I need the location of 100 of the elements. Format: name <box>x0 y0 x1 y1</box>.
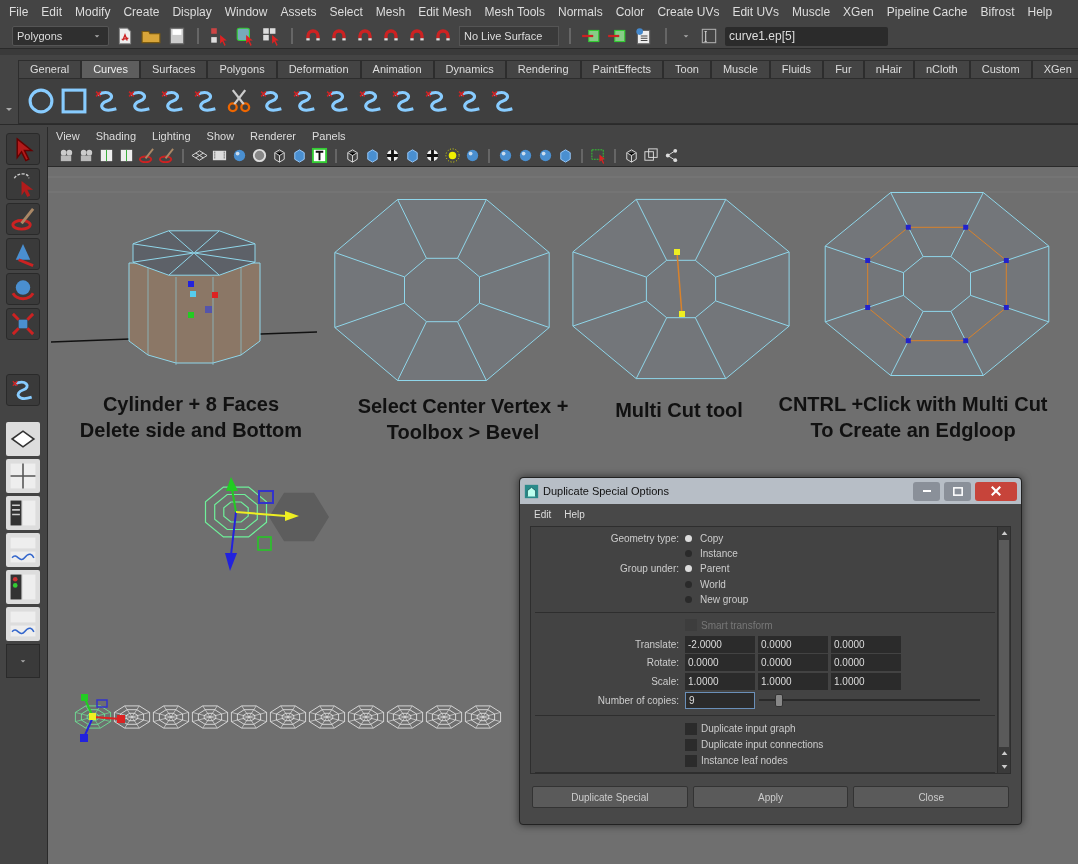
scissors-icon[interactable] <box>225 87 253 115</box>
menu-item[interactable]: Modify <box>75 3 111 21</box>
hypershade-layout-button[interactable] <box>5 570 40 604</box>
menu-item[interactable]: Edit <box>41 3 63 21</box>
minimize-button[interactable] <box>913 481 940 501</box>
outliner-layout-button[interactable] <box>5 496 40 530</box>
move-manipulator-drawing[interactable] <box>204 477 299 571</box>
shelf-tab[interactable]: XGen <box>1031 60 1078 78</box>
radio-option[interactable]: Instance <box>685 546 738 562</box>
shelf-tab[interactable]: nHair <box>863 60 914 78</box>
number-field[interactable]: -2.0000 <box>685 635 755 653</box>
wireframe-octagon[interactable] <box>114 705 150 729</box>
sphere-icon[interactable] <box>537 147 554 164</box>
scale-cube-tool-button[interactable] <box>5 308 40 340</box>
menu-item[interactable]: Select <box>329 3 363 21</box>
radio-option[interactable]: Copy <box>685 531 724 547</box>
shelf-tab[interactable]: PaintEffects <box>580 60 664 78</box>
menu-item[interactable]: Bifrost <box>980 3 1015 21</box>
paint-brush-tool-button[interactable] <box>5 203 40 235</box>
menu-item[interactable]: Help <box>1027 3 1053 21</box>
menu-item[interactable]: Display <box>172 3 212 21</box>
save-icon[interactable] <box>167 26 187 46</box>
number-field[interactable]: 1.0000 <box>758 672 828 690</box>
camera-icon[interactable] <box>58 147 75 164</box>
shelf-tab[interactable]: General <box>18 60 82 78</box>
octagon-with-manipulator-drawing[interactable] <box>75 694 125 742</box>
cube-icon[interactable] <box>364 147 381 164</box>
wireframe-octagon[interactable] <box>348 705 384 729</box>
overlap-squares-icon[interactable] <box>643 147 660 164</box>
rotate-sphere-tool-button[interactable] <box>5 273 40 305</box>
single-layout-button[interactable] <box>5 422 40 456</box>
wireframe-octagon[interactable] <box>153 705 189 729</box>
square-curve-icon[interactable] <box>60 87 88 115</box>
shelf-tab[interactable]: Rendering <box>505 60 581 78</box>
copies-slider[interactable] <box>759 692 980 708</box>
wire-box-icon[interactable] <box>271 147 288 164</box>
shelf-tab[interactable]: Curves <box>81 60 140 78</box>
wireframe-octagon[interactable] <box>426 705 462 729</box>
panel-menu-item[interactable]: Shading <box>95 127 137 145</box>
wireframe-octagon[interactable] <box>231 705 267 729</box>
checkbox-option[interactable]: Duplicate input graph <box>685 721 796 737</box>
text-field-icon[interactable] <box>699 26 719 46</box>
wire-box-icon[interactable] <box>623 147 640 164</box>
wireframe-octagon[interactable] <box>192 705 228 729</box>
book-icon[interactable] <box>98 147 115 164</box>
nodes-icon[interactable] <box>663 147 680 164</box>
maximize-button[interactable] <box>944 481 971 501</box>
cube-icon[interactable] <box>557 147 574 164</box>
menu-item[interactable]: Muscle <box>792 3 831 21</box>
number-field[interactable]: 0.0000 <box>831 635 901 653</box>
dialog-menu-item[interactable]: Edit <box>534 506 552 522</box>
grid-cursor-icon[interactable] <box>261 26 281 46</box>
dialog-button[interactable]: Close <box>853 786 1009 808</box>
number-field[interactable]: 1.0000 <box>685 672 755 690</box>
dialog-button[interactable]: Duplicate Special <box>532 786 688 808</box>
menu-item[interactable]: Color <box>615 3 645 21</box>
circle-icon[interactable] <box>251 147 268 164</box>
wire-plane-icon[interactable] <box>191 147 208 164</box>
menu-item[interactable]: Mesh <box>375 3 406 21</box>
slider-thumb[interactable] <box>774 693 783 707</box>
shelf-tab[interactable]: Custom <box>969 60 1032 78</box>
panel-menu-item[interactable]: Panels <box>311 127 346 145</box>
copies-field[interactable]: 9 <box>685 691 755 709</box>
viewport[interactable] <box>48 167 1078 864</box>
menu-item[interactable]: Create <box>123 3 160 21</box>
sphere-icon[interactable] <box>497 147 514 164</box>
number-field[interactable]: 0.0000 <box>758 654 828 672</box>
number-field[interactable]: 0.0000 <box>758 635 828 653</box>
menu-item[interactable]: Edit UVs <box>732 3 780 21</box>
number-field[interactable]: 0.0000 <box>685 654 755 672</box>
wireframe-octagon[interactable] <box>309 705 345 729</box>
menu-item[interactable]: File <box>9 3 29 21</box>
lasso-cursor-tool-button[interactable] <box>5 168 40 200</box>
shelf-tab[interactable]: nCloth <box>913 60 970 78</box>
wireframe-octagon[interactable] <box>465 705 501 729</box>
paint-brush-icon[interactable] <box>158 147 175 164</box>
scrollbar[interactable] <box>997 527 1010 773</box>
panel-menu-item[interactable]: Renderer <box>250 127 296 145</box>
radio-option[interactable]: New group <box>685 591 749 607</box>
shelf-tab[interactable]: Surfaces <box>140 60 208 78</box>
menu-item[interactable]: Mesh Tools <box>484 3 545 21</box>
sphere-icon[interactable] <box>464 147 481 164</box>
close-button[interactable] <box>975 481 1017 501</box>
graph-layout-button[interactable] <box>5 533 40 567</box>
light-icon[interactable] <box>444 147 461 164</box>
number-field[interactable]: 1.0000 <box>831 672 901 690</box>
live-surface-field[interactable]: No Live Surface <box>459 26 559 46</box>
four-pane-button[interactable] <box>5 459 40 493</box>
sphere-icon[interactable] <box>517 147 534 164</box>
menu-item[interactable]: Normals <box>558 3 603 21</box>
dotted-select-icon[interactable] <box>590 147 607 164</box>
panel-menu-item[interactable]: View <box>56 127 80 145</box>
book-icon[interactable] <box>118 147 135 164</box>
shelf-tab[interactable]: Muscle <box>710 60 770 78</box>
shelf-tab[interactable]: Polygons <box>207 60 277 78</box>
menu-item[interactable]: Create UVs <box>657 3 720 21</box>
graph-layout-button[interactable] <box>5 607 40 641</box>
shelf-tab[interactable]: Fur <box>823 60 864 78</box>
panel-menu-item[interactable]: Lighting <box>152 127 191 145</box>
cube-icon[interactable] <box>404 147 421 164</box>
